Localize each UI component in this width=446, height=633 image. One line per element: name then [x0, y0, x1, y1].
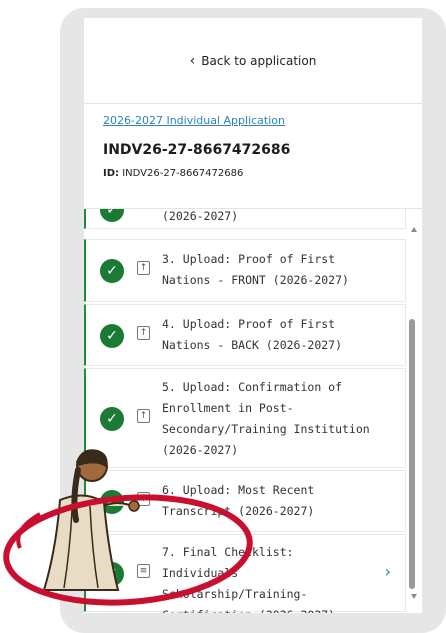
check-icon: ✓ — [100, 324, 124, 348]
upload-icon: ↑ — [137, 409, 150, 423]
item-label: 7. Final Checklist: Individuals Scholarsh… — [162, 545, 335, 613]
item-label: (2026-2027) — [162, 209, 239, 223]
scrollbar[interactable] — [406, 209, 422, 613]
application-panel: ‹ Back to application 2026-2027 Individu… — [84, 18, 422, 613]
check-icon: ✓ — [100, 490, 124, 514]
item-label: 4. Upload: Proof of First Nations - BACK … — [162, 317, 343, 352]
upload-icon: ↑ — [137, 326, 150, 340]
chevron-right-icon[interactable]: › — [385, 562, 391, 581]
list-item[interactable]: ✓ ↑ 5. Upload: Confirmation of Enrollment… — [84, 368, 406, 468]
check-icon: ✓ — [100, 407, 124, 431]
application-link[interactable]: 2026-2027 Individual Application — [103, 114, 403, 132]
checklist[interactable]: ✓ (2026-2027) ✓ ↑ 3. Upload: Proof of Fi… — [84, 208, 422, 613]
id-label: ID: — [103, 168, 120, 179]
item-label: 5. Upload: Confirmation of Enrollment in … — [162, 380, 370, 457]
check-icon: ✓ — [100, 259, 124, 283]
application-header: 2026-2027 Individual Application INDV26-… — [103, 114, 403, 179]
list-item[interactable]: ✓ (2026-2027) — [84, 209, 406, 229]
scroll-up-arrow-icon[interactable] — [411, 227, 417, 232]
item-label: 3. Upload: Proof of First Nations - FRONT… — [162, 252, 349, 287]
list-item[interactable]: ✓ ↑ 6. Upload: Most Recent Transcript (20… — [84, 470, 406, 532]
id-value: INDV26-27-8667472686 — [122, 168, 244, 179]
upload-icon: ↑ — [137, 261, 150, 275]
back-to-application-button[interactable]: ‹ Back to application — [84, 18, 422, 104]
scrollbar-thumb[interactable] — [409, 319, 415, 589]
back-label: Back to application — [201, 53, 317, 68]
chevron-left-icon: ‹ — [189, 52, 196, 69]
list-item[interactable]: ✓ ↑ 4. Upload: Proof of First Nations - B… — [84, 304, 406, 366]
list-item-final-checklist[interactable]: ✓ ≡ 7. Final Checklist: Individuals Schol… — [84, 534, 406, 613]
list-item[interactable]: ✓ ↑ 3. Upload: Proof of First Nations - F… — [84, 239, 406, 302]
application-id: ID: INDV26-27-8667472686 — [103, 168, 403, 179]
check-icon: ✓ — [100, 562, 124, 586]
application-number: INDV26-27-8667472686 — [103, 142, 291, 158]
upload-icon: ↑ — [137, 492, 150, 506]
scroll-down-arrow-icon[interactable] — [411, 594, 417, 599]
check-icon: ✓ — [100, 209, 124, 222]
item-label: 6. Upload: Most Recent Transcript (2026-2… — [162, 483, 315, 518]
document-icon: ≡ — [137, 564, 150, 578]
